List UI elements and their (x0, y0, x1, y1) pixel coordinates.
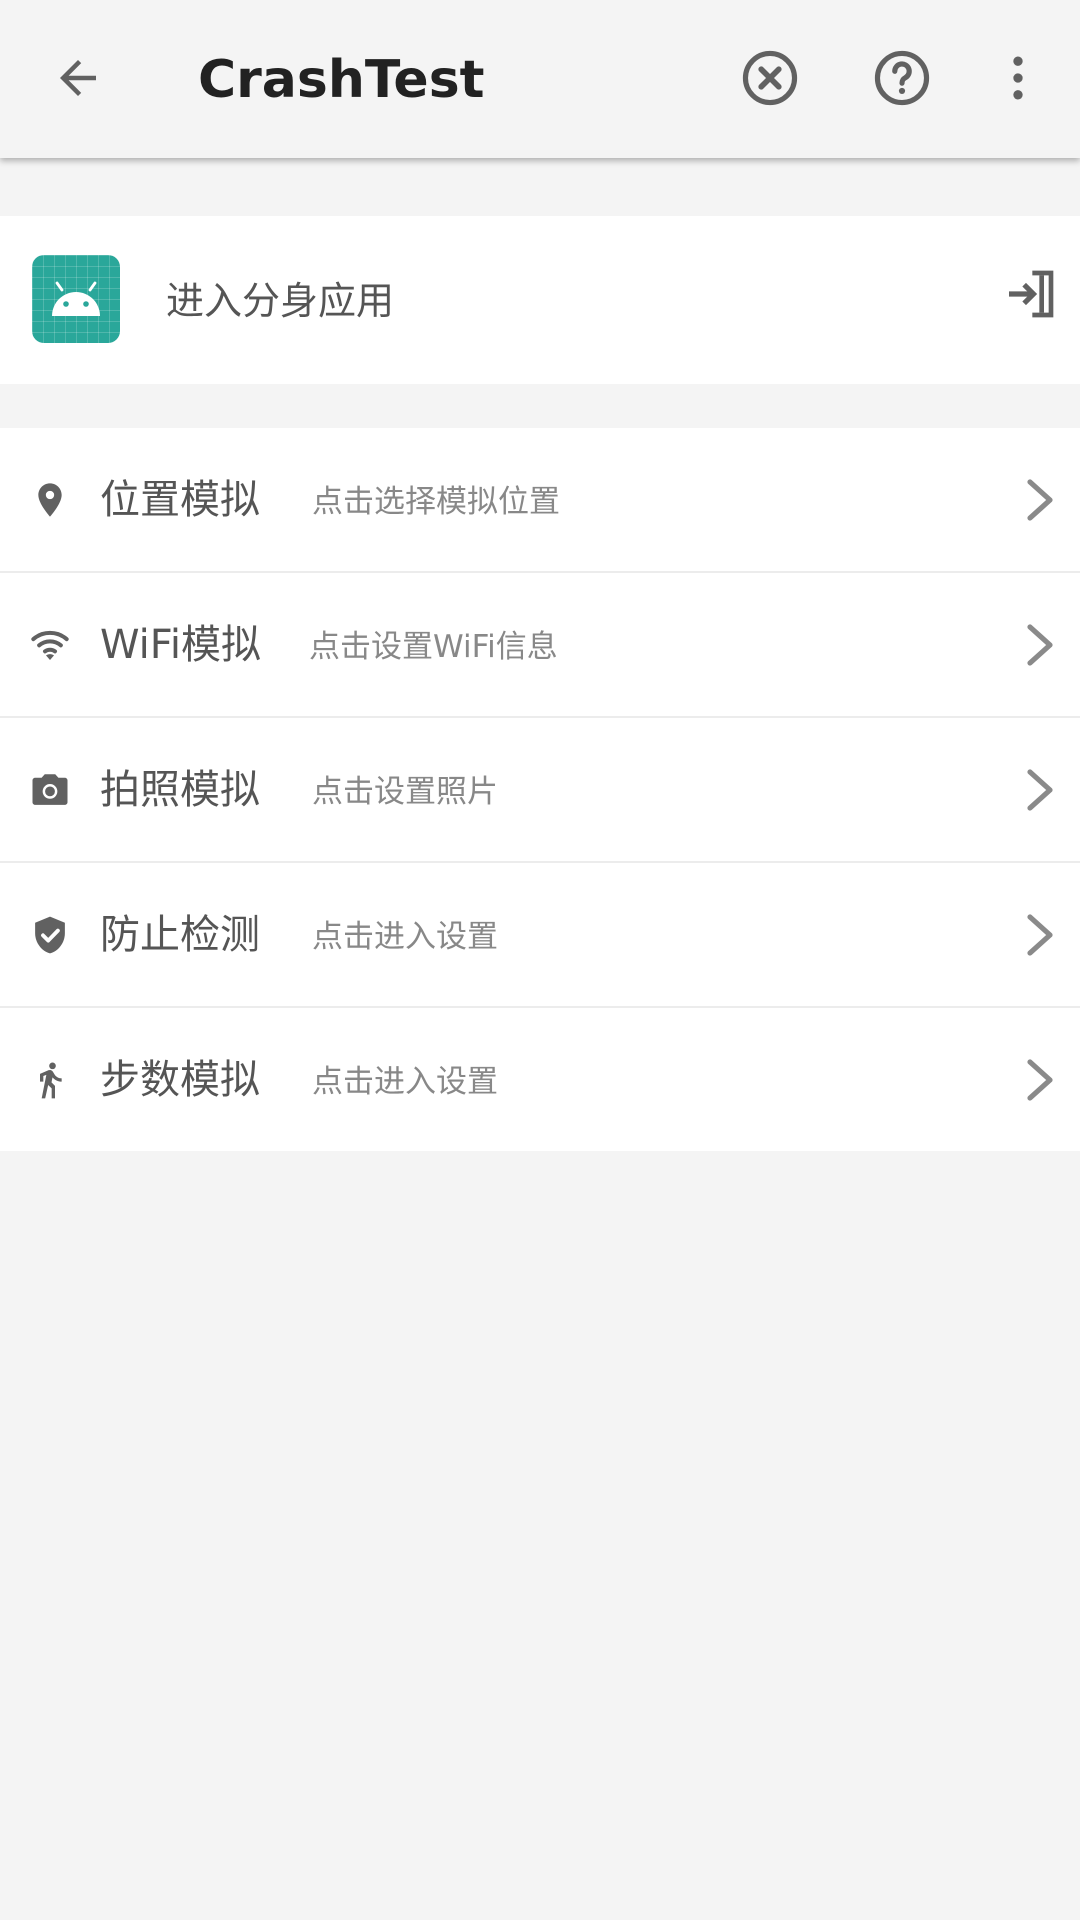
enter-clone-app-label: 进入分身应用 (166, 279, 395, 323)
list-item-anti-detect[interactable]: 防止检测 点击进入设置 (0, 863, 1080, 1008)
list-item-title: 步数模拟 (100, 1057, 260, 1103)
list-item-title: 防止检测 (100, 912, 260, 958)
chevron-right-icon (1027, 624, 1053, 666)
arrow-back-icon (60, 60, 96, 96)
wifi-icon (26, 621, 74, 669)
more-vert-icon (1013, 56, 1023, 100)
chevron-right-icon (1027, 769, 1053, 811)
page-title: CrashTest (198, 50, 485, 110)
list-item-subtitle: 点击进入设置 (312, 1064, 498, 1100)
shield-check-icon (26, 911, 74, 959)
list-item-subtitle: 点击设置照片 (312, 774, 498, 810)
list-item-steps[interactable]: 步数模拟 点击进入设置 (0, 1008, 1080, 1151)
camera-icon (26, 766, 74, 814)
list-item-subtitle: 点击选择模拟位置 (312, 484, 560, 520)
help-button[interactable] (860, 36, 944, 120)
location-pin-icon (26, 476, 74, 524)
help-circle-icon (874, 50, 930, 106)
list-item-title: 拍照模拟 (100, 767, 260, 813)
close-button[interactable] (728, 36, 812, 120)
list-item-wifi[interactable]: WiFi模拟 点击设置WiFi信息 (0, 573, 1080, 718)
back-button[interactable] (36, 36, 120, 120)
chevron-right-icon (1027, 479, 1053, 521)
app-bar: CrashTest (0, 0, 1080, 158)
list-item-subtitle: 点击设置WiFi信息 (309, 629, 558, 665)
walk-icon (26, 1056, 74, 1104)
list-item-location[interactable]: 位置模拟 点击选择模拟位置 (0, 428, 1080, 573)
enter-app-button[interactable] (1002, 266, 1058, 322)
list-item-title: 位置模拟 (100, 477, 260, 523)
feature-list: 位置模拟 点击选择模拟位置 WiFi模拟 点击设置WiFi信息 拍照模拟 点击设… (0, 428, 1080, 1151)
chevron-right-icon (1027, 1059, 1053, 1101)
android-app-icon (32, 255, 120, 343)
enter-app-icon (1009, 270, 1054, 318)
list-item-subtitle: 点击进入设置 (312, 919, 498, 955)
enter-clone-app-row[interactable]: 进入分身应用 (0, 216, 1080, 384)
chevron-right-icon (1027, 914, 1053, 956)
list-item-camera[interactable]: 拍照模拟 点击设置照片 (0, 718, 1080, 863)
list-item-title: WiFi模拟 (100, 622, 261, 668)
more-options-button[interactable] (976, 36, 1060, 120)
close-circle-icon (742, 50, 798, 106)
